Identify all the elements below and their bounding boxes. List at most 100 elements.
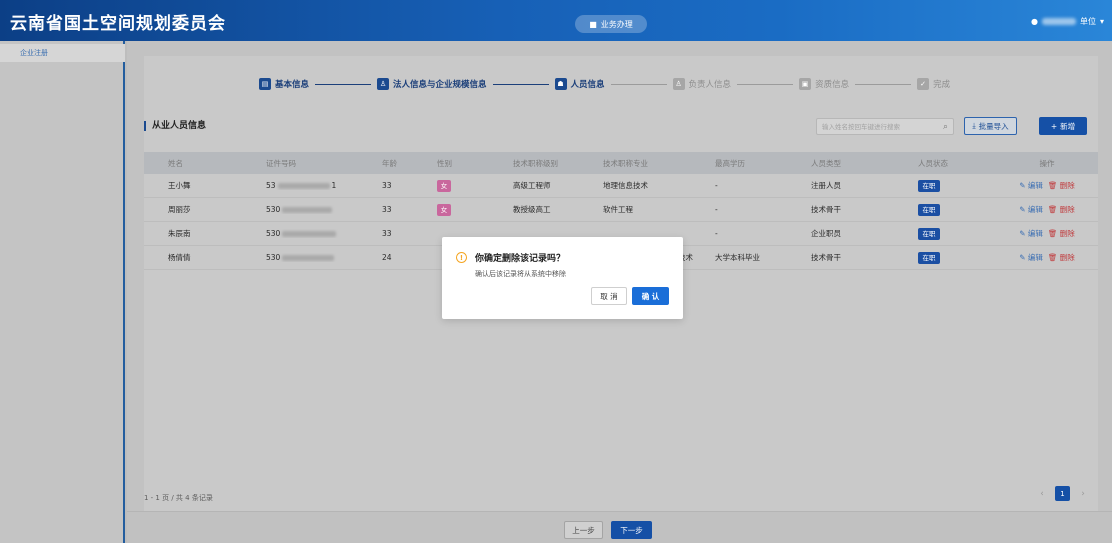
briefcase-icon: ■ [589, 19, 597, 29]
step-leader-info[interactable]: ♙ 负责人信息 [672, 78, 732, 90]
add-button[interactable]: + 新增 [1039, 117, 1087, 135]
edit-link[interactable]: ✎ 编辑 [1019, 229, 1043, 238]
cell-education: 大学本科毕业 [715, 253, 760, 262]
cell-education: - [715, 181, 718, 190]
delete-link[interactable]: 🗑 删除 [1048, 253, 1075, 262]
delete-label: 删除 [1059, 253, 1075, 262]
business-button-label: 业务办理 [600, 19, 633, 29]
confirm-button[interactable]: 确 认 [632, 287, 669, 305]
table-row: 王小舞 53 1 33 女 高级工程师 地理信息技术 - 注册人员 在职 ✎ 编辑… [144, 174, 1098, 198]
delete-label: 删除 [1059, 229, 1075, 238]
prev-step-button[interactable]: 上一步 [564, 521, 603, 539]
next-step-button[interactable]: 下一步 [611, 521, 652, 539]
step-qualification-info[interactable]: ▣ 资质信息 [799, 78, 849, 90]
trash-icon: 🗑 [1047, 205, 1060, 214]
col-header: 性别 [437, 158, 452, 168]
step-progress: ▤ 基本信息 ♙ 法人信息与企业规模信息 ☗ 人员信息 ♙ 负责人信息 ▣ 资质… [259, 76, 950, 92]
id-mask [277, 183, 330, 189]
step-label: 人员信息 [570, 80, 605, 90]
edit-link[interactable]: ✎ 编辑 [1019, 205, 1043, 214]
step-label: 负责人信息 [688, 80, 732, 90]
delete-link[interactable]: 🗑 删除 [1048, 181, 1075, 190]
chevron-left-icon[interactable]: ‹ [1035, 487, 1049, 501]
import-icon: ⤓ [972, 121, 976, 130]
col-header: 姓名 [168, 158, 183, 168]
gender-badge: 女 [437, 179, 451, 192]
cell-age: 33 [382, 205, 392, 214]
col-header: 年龄 [382, 158, 397, 168]
page-number[interactable]: 1 [1055, 486, 1070, 501]
delete-label: 删除 [1059, 205, 1075, 214]
cell-gender: 女 [437, 203, 513, 216]
cell-actions: ✎ 编辑 🗑 删除 [996, 180, 1098, 191]
search-icon[interactable]: ⌕ [943, 122, 948, 132]
edit-link[interactable]: ✎ 编辑 [1019, 253, 1043, 262]
search-box[interactable]: ⌕ [816, 118, 954, 135]
chevron-right-icon[interactable]: › [1076, 487, 1090, 501]
cell-title-major: 地理信息技术 [603, 181, 648, 190]
step-divider [315, 83, 372, 85]
step-basic-info[interactable]: ▤ 基本信息 [259, 78, 309, 90]
id-mask [282, 231, 337, 237]
user-icon: ● [1031, 17, 1038, 26]
edit-link[interactable]: ✎ 编辑 [1019, 181, 1043, 190]
edit-label: 编辑 [1027, 181, 1043, 190]
check-icon: ✓ [917, 78, 930, 90]
sidebar-item-company-register[interactable]: 企业注册 [0, 44, 125, 62]
dialog-title: 你确定删除该记录吗？ [475, 254, 566, 264]
person-icon: ♙ [377, 78, 390, 90]
search-input[interactable] [822, 122, 934, 131]
cell-name: 杨倩倩 [168, 253, 191, 262]
cell-status: 在职 [918, 227, 996, 240]
user-unit-label: 单位 [1079, 17, 1096, 26]
status-badge: 在职 [918, 227, 940, 240]
col-header: 最高学历 [715, 158, 745, 168]
batch-import-button[interactable]: ⤓ 批量导入 [964, 117, 1017, 135]
chevron-down-icon: ▾ [1099, 17, 1104, 26]
id-prefix: 53 [266, 181, 276, 190]
user-menu[interactable]: ● 单位 ▾ [1031, 16, 1104, 27]
trash-icon: 🗑 [1047, 253, 1060, 262]
cell-name: 周丽莎 [168, 205, 191, 214]
add-label: 新增 [1060, 121, 1076, 131]
col-header: 技术职称专业 [603, 158, 648, 168]
user-name-masked [1041, 18, 1076, 25]
cell-name: 王小舞 [168, 181, 191, 190]
cell-id: 530 [266, 253, 382, 262]
delete-link[interactable]: 🗑 删除 [1048, 205, 1075, 214]
edit-icon: ✎ [1019, 229, 1028, 238]
batch-import-label: 批量导入 [978, 121, 1009, 131]
step-divider [492, 83, 549, 85]
cell-actions: ✎ 编辑 🗑 删除 [996, 228, 1098, 239]
edit-icon: ✎ [1019, 181, 1028, 190]
step-staff-info[interactable]: ☗ 人员信息 [554, 78, 605, 90]
col-header: 证件号码 [266, 158, 296, 168]
id-mask [282, 207, 333, 213]
cell-id: 530 [266, 229, 382, 238]
cell-id: 530 [266, 205, 382, 214]
delete-label: 删除 [1059, 181, 1075, 190]
col-header: 人员状态 [918, 158, 948, 168]
cell-age: 33 [382, 229, 392, 238]
step-label: 完成 [933, 80, 951, 90]
id-prefix: 530 [266, 205, 281, 214]
confirm-delete-dialog: ! 你确定删除该记录吗？ 确认后该记录将从系统中移除 取 消 确 认 [442, 237, 683, 319]
status-badge: 在职 [918, 203, 940, 216]
step-nav-bar: 上一步 下一步 [127, 511, 1112, 543]
sidebar: 企业注册 [0, 41, 125, 543]
status-badge: 在职 [918, 179, 940, 192]
edit-icon: ✎ [1019, 253, 1028, 262]
cancel-button[interactable]: 取 消 [591, 287, 627, 305]
gender-badge: 女 [437, 203, 451, 216]
section-title: 从业人员信息 [144, 121, 206, 131]
cell-status: 在职 [918, 251, 996, 264]
cell-actions: ✎ 编辑 🗑 删除 [996, 252, 1098, 263]
certificate-icon: ▣ [799, 78, 812, 90]
cell-type: 企业职员 [811, 229, 841, 238]
pagination: ‹ 1 › [1035, 486, 1090, 501]
cell-actions: ✎ 编辑 🗑 删除 [996, 204, 1098, 215]
delete-link[interactable]: 🗑 删除 [1048, 229, 1075, 238]
step-complete[interactable]: ✓ 完成 [917, 78, 950, 90]
business-button[interactable]: ■ 业务办理 [575, 15, 647, 33]
step-legal-info[interactable]: ♙ 法人信息与企业规模信息 [377, 78, 487, 90]
